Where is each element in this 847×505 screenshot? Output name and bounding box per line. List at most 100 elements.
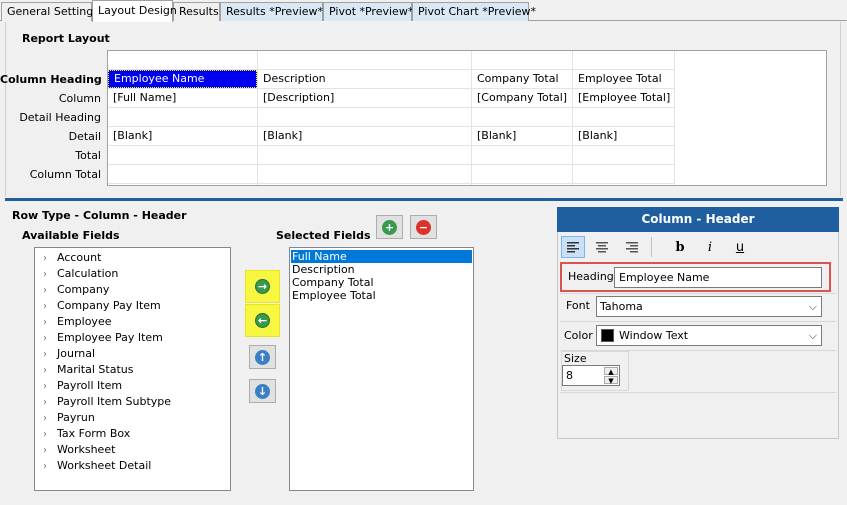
available-field-item[interactable]: › Calculation [43,266,118,282]
available-field-item[interactable]: › Marital Status [43,362,133,378]
chevron-right-icon[interactable]: › [43,299,57,315]
tab-results[interactable]: Results [173,2,220,21]
row-label: Detail Heading [19,111,101,124]
chevron-right-icon[interactable]: › [43,363,57,379]
tab-general-settings[interactable]: General Settings [1,2,99,21]
spin-up-icon[interactable]: ▲ [604,367,618,376]
tab-pivot-preview[interactable]: Pivot *Preview* [323,2,413,21]
grid-cell[interactable] [258,165,471,183]
available-field-label: Employee [57,315,112,328]
grid-cell[interactable] [472,165,572,183]
grid-cell[interactable]: Employee Name [108,70,257,88]
align-right-button[interactable] [620,236,644,258]
grid-cell[interactable] [573,108,674,126]
available-field-item[interactable]: › Tax Form Box [43,426,130,442]
underline-button[interactable]: u [728,236,752,258]
row-type-title: Row Type - Column - Header [12,209,187,222]
selected-field-item[interactable]: Description [291,263,472,276]
grid-cell[interactable]: Company Total [472,70,572,88]
add-field-button[interactable]: + [376,215,403,239]
splitter[interactable] [5,198,843,201]
grid-cell[interactable]: [Company Total] [472,89,572,107]
grid-cell[interactable]: [Blank] [472,127,572,145]
grid-cell[interactable]: [Full Name] [108,89,257,107]
format-toolbar: b i u [558,233,838,261]
available-field-label: Marital Status [57,363,134,376]
available-field-item[interactable]: › Worksheet Detail [43,458,151,474]
heading-input[interactable]: Employee Name [614,267,822,288]
selected-field-item[interactable]: Full Name [291,250,472,263]
grid-cell[interactable] [573,165,674,183]
available-field-item[interactable]: › Payroll Item Subtype [43,394,171,410]
grid-cell[interactable]: [Blank] [258,127,471,145]
bold-button[interactable]: b [668,236,692,258]
available-field-item[interactable]: › Company [43,282,109,298]
grid-cell[interactable] [108,108,257,126]
row-label: Column Total [29,168,101,181]
size-spinner[interactable]: 8 ▲ ▼ [562,365,620,386]
chevron-right-icon[interactable]: › [43,379,57,395]
available-field-item[interactable]: › Employee Pay Item [43,330,163,346]
chevron-right-icon[interactable]: › [43,411,57,427]
chevron-right-icon[interactable]: › [43,267,57,283]
available-field-item[interactable]: › Company Pay Item [43,298,161,314]
chevron-right-icon[interactable]: › [43,395,57,411]
available-field-item[interactable]: › Payroll Item [43,378,122,394]
divider [560,321,836,322]
available-field-label: Payroll Item [57,379,123,392]
font-select[interactable]: Tahoma ⌵ [596,296,822,317]
available-field-item[interactable]: › Employee [43,314,111,330]
tab-pivot-chart-preview[interactable]: Pivot Chart *Preview* [412,2,536,21]
plus-circle-icon: + [382,219,397,235]
align-center-button[interactable] [590,236,614,258]
selected-field-item[interactable]: Company Total [291,276,472,289]
move-right-button[interactable]: → [245,270,280,303]
grid-cell[interactable] [472,108,572,126]
grid-cell[interactable] [258,108,471,126]
grid-cell[interactable]: Employee Total [573,70,674,88]
italic-button[interactable]: i [698,236,722,258]
available-field-item[interactable]: › Journal [43,346,95,362]
selected-field-item[interactable]: Employee Total [291,289,472,302]
grid-cell[interactable]: [Blank] [108,127,257,145]
grid-cell[interactable]: [Employee Total] [573,89,674,107]
move-left-button[interactable]: ← [245,304,280,337]
color-swatch [601,329,614,342]
tab-layout-design[interactable]: Layout Design [92,0,177,22]
grid-cell[interactable]: [Description] [258,89,471,107]
grid-cell[interactable]: Description [258,70,471,88]
grid-cell[interactable] [258,146,471,164]
grid-cell[interactable] [108,165,257,183]
bold-icon: b [675,239,685,255]
available-fields-list[interactable]: › Account › Calculation › Company › Company Pay… [34,247,231,491]
chevron-right-icon[interactable]: › [43,347,57,363]
remove-field-button[interactable]: − [410,215,437,239]
available-field-item[interactable]: › Worksheet [43,442,115,458]
available-fields-label: Available Fields [22,229,120,242]
align-center-icon [596,241,608,252]
chevron-right-icon[interactable]: › [43,315,57,331]
chevron-right-icon[interactable]: › [43,443,57,459]
selected-fields-list[interactable]: Full Name Description Company Total Employe… [289,247,474,491]
available-field-item[interactable]: › Payrun [43,410,95,426]
selected-fields-label: Selected Fields [276,229,371,242]
available-field-label: Employee Pay Item [57,331,163,344]
grid-cell[interactable] [108,146,257,164]
align-left-button[interactable] [561,236,585,258]
spin-down-icon[interactable]: ▼ [604,376,618,385]
chevron-right-icon[interactable]: › [43,459,57,475]
move-up-button[interactable]: ↑ [249,345,276,369]
grid-cell[interactable] [573,146,674,164]
available-field-item[interactable]: › Account [43,250,101,266]
grid-cell[interactable]: [Blank] [573,127,674,145]
report-layout-grid[interactable]: Employee Name Description Company Total Emp… [107,50,827,186]
chevron-right-icon[interactable]: › [43,283,57,299]
chevron-right-icon[interactable]: › [43,251,57,267]
tab-results-preview[interactable]: Results *Preview* [220,2,323,21]
available-field-label: Account [57,251,102,264]
chevron-right-icon[interactable]: › [43,331,57,347]
move-down-button[interactable]: ↓ [249,379,276,403]
chevron-right-icon[interactable]: › [43,427,57,443]
color-select[interactable]: Window Text ⌵ [596,325,822,346]
grid-cell[interactable] [472,146,572,164]
